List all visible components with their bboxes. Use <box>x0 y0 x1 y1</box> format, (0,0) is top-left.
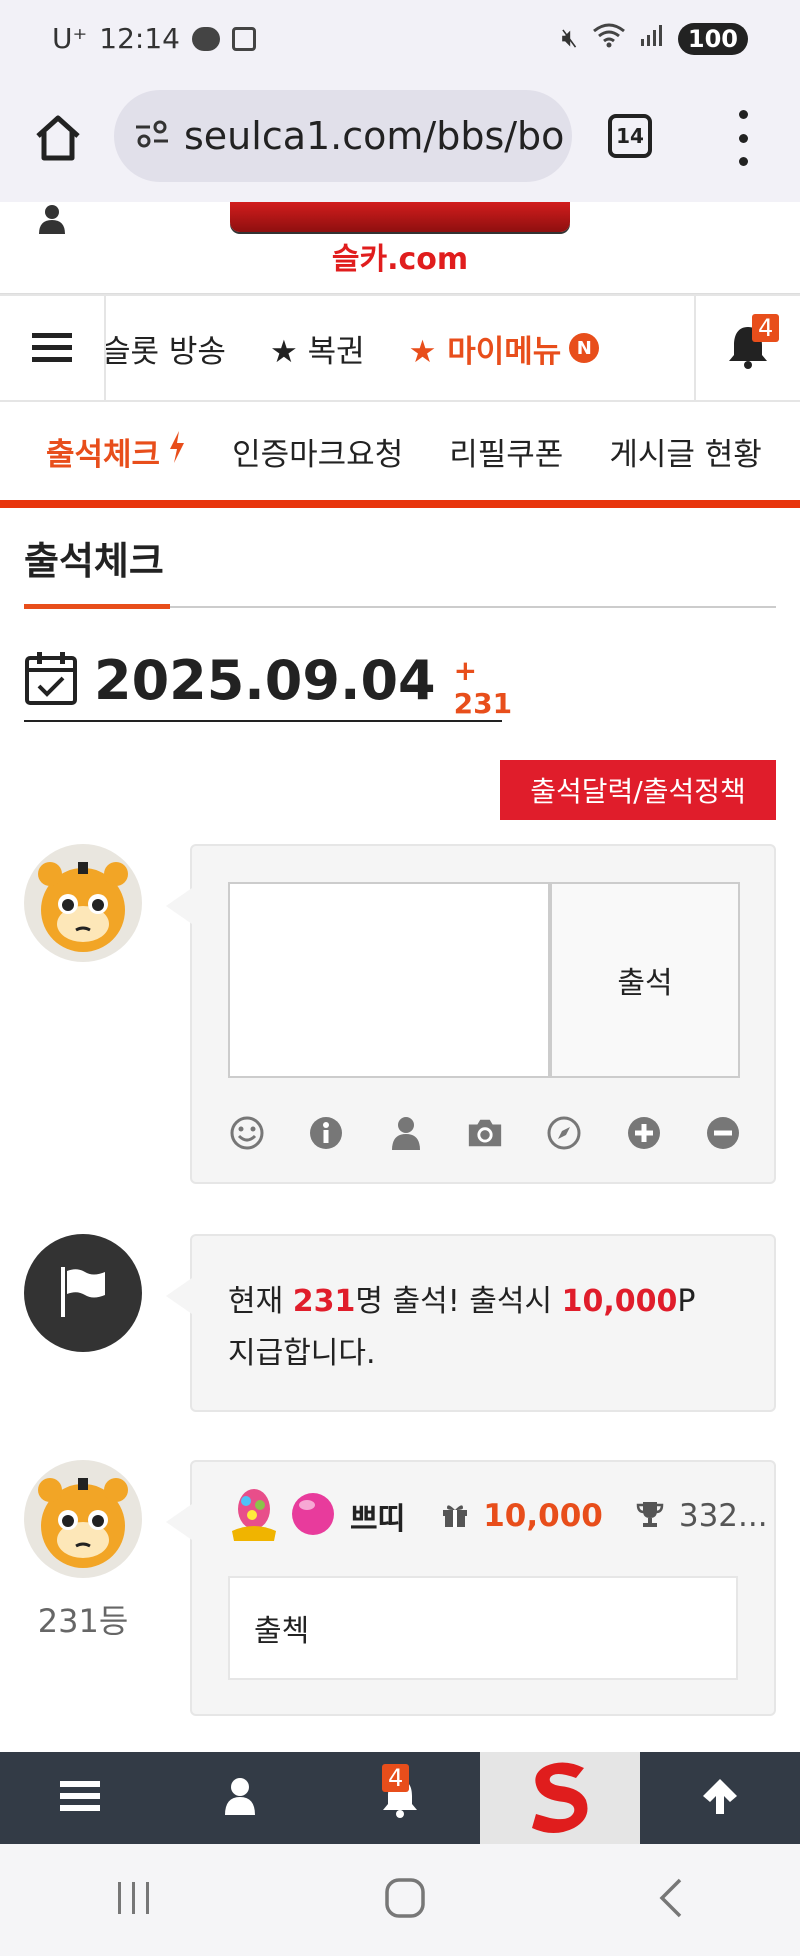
address-bar[interactable]: seulca1.com/bbs/bo <box>114 90 572 182</box>
arrow-up-icon <box>700 1776 740 1820</box>
attendance-date: 2025.09.04 <box>94 648 436 712</box>
flag-avatar <box>24 1234 142 1352</box>
new-badge: N <box>569 333 600 363</box>
emoticon-icon[interactable] <box>228 1114 266 1152</box>
gift-icon <box>441 1500 469 1532</box>
trophy-icon <box>635 1499 665 1533</box>
bottom-notification-count: 4 <box>382 1764 410 1792</box>
calendar-check-icon <box>24 650 78 710</box>
subnav-item-post-status[interactable]: 게시글 현황 <box>609 429 761 474</box>
minus-icon[interactable] <box>704 1114 742 1152</box>
calendar-policy-button[interactable]: 출석달력/출석정책 <box>500 760 776 820</box>
attendance-count: + 231 <box>453 654 513 720</box>
notice-count: 231 <box>292 1284 356 1319</box>
recent-apps-icon[interactable] <box>114 1880 154 1920</box>
tab-switcher-button[interactable]: 14 <box>608 114 652 158</box>
comment-header: 쁘띠 10,000 332... <box>228 1485 768 1547</box>
lightning-icon <box>168 430 186 472</box>
status-left: U⁺ 12:14 <box>52 22 256 55</box>
more-options-icon[interactable] <box>728 110 758 166</box>
avatar <box>24 1460 142 1578</box>
user-icon[interactable] <box>36 204 68 238</box>
nickname[interactable]: 쁘띠 <box>350 1494 405 1538</box>
compass-icon[interactable] <box>545 1114 583 1152</box>
title-accent <box>24 604 170 609</box>
bottom-user-button[interactable] <box>160 1752 320 1844</box>
screenshot-icon <box>231 26 256 51</box>
camera-icon[interactable] <box>466 1114 504 1152</box>
info-icon[interactable] <box>307 1114 345 1152</box>
comment-points: 10,000 <box>483 1498 603 1534</box>
site-logo[interactable]: 슬카.com <box>230 202 570 277</box>
logo-subtitle: 슬카.com <box>331 242 469 277</box>
nav-item-mymenu[interactable]: ★ 마이메뉴 N <box>409 326 600 371</box>
signal-icon <box>640 23 664 54</box>
talk-icon <box>191 26 220 51</box>
battery-indicator: 100 <box>677 22 748 55</box>
level-badge-icon <box>228 1485 280 1547</box>
notification-count: 4 <box>752 314 780 342</box>
notice-middle: 명 출석! 출석시 <box>355 1284 562 1319</box>
system-navigation <box>0 1844 800 1956</box>
pink-orb-icon <box>290 1491 336 1541</box>
subnav-item-refill-coupon[interactable]: 리필쿠폰 <box>449 429 563 474</box>
home-icon[interactable] <box>30 110 90 170</box>
notice-prefix: 현재 <box>228 1284 293 1319</box>
user-icon[interactable] <box>387 1114 425 1152</box>
mute-icon: 🔇︎ <box>561 23 578 53</box>
sub-nav: 출석체크 인증마크요청 리필쿠폰 게시글 현황 <box>0 402 800 508</box>
bottom-notification-button[interactable]: 4 <box>320 1752 480 1844</box>
subnav-item-cert-mark[interactable]: 인증마크요청 <box>232 429 403 474</box>
bottom-toolbar: 4 <box>0 1752 800 1844</box>
home-icon[interactable] <box>383 1876 427 1924</box>
attendance-rank: 231등 <box>37 1602 129 1640</box>
site-header: 슬카.com <box>0 202 800 294</box>
browser-toolbar: seulca1.com/bbs/bo 14 <box>0 84 800 202</box>
carrier-label: U⁺ <box>52 22 88 55</box>
subnav-attendance-label: 출석체크 <box>46 436 161 473</box>
site-logo-button[interactable] <box>480 1752 640 1844</box>
main-nav: 슬롯 방송 ★ 복권 ★ 마이메뉴 N 4 <box>0 294 800 402</box>
trophy-value: 332... <box>678 1498 768 1534</box>
bottom-menu-button[interactable] <box>0 1752 160 1844</box>
editor-toolbar <box>228 1114 742 1152</box>
logo-banner <box>230 202 570 232</box>
site-settings-icon[interactable] <box>134 119 170 153</box>
back-icon[interactable] <box>656 1878 686 1922</box>
attendance-notice: 현재 231명 출석! 출석시 10,000P 지급합니다. <box>166 1234 776 1412</box>
nav-item-slot-broadcast[interactable]: 슬롯 방송 <box>106 326 226 371</box>
status-bar: U⁺ 12:14 🔇︎ 100 <box>0 0 800 84</box>
attendance-submit-button[interactable]: 출석 <box>550 882 740 1078</box>
user-icon <box>223 1777 257 1819</box>
clock: 12:14 <box>99 22 180 55</box>
s-logo-icon <box>524 1758 596 1838</box>
nav-scroll[interactable]: 슬롯 방송 ★ 복권 ★ 마이메뉴 N <box>106 296 696 400</box>
hamburger-menu-icon[interactable] <box>0 296 106 400</box>
date-row: 2025.09.04 + 231 <box>24 640 512 722</box>
attendance-textarea[interactable] <box>228 882 550 1078</box>
attendance-form: 출석 <box>166 844 776 1184</box>
scroll-top-button[interactable] <box>640 1752 800 1844</box>
comment-text: 출첵 <box>228 1576 738 1680</box>
list-icon <box>60 1779 100 1817</box>
mymenu-label: ★ 마이메뉴 <box>408 333 562 370</box>
notification-button[interactable]: 4 <box>694 296 800 400</box>
notice-points: 10,000 <box>561 1284 678 1319</box>
flag-icon <box>55 1263 111 1323</box>
page-title: 출석체크 <box>24 539 164 583</box>
wifi-icon <box>592 22 626 55</box>
status-right: 🔇︎ 100 <box>561 22 748 55</box>
url-text[interactable]: seulca1.com/bbs/bo <box>184 114 564 158</box>
avatar <box>24 844 142 962</box>
plus-icon[interactable] <box>625 1114 663 1152</box>
comment-card: 쁘띠 10,000 332... 출첵 <box>166 1460 776 1716</box>
notice-text: 현재 231명 출석! 출석시 10,000P 지급합니다. <box>228 1276 728 1380</box>
subnav-item-attendance[interactable]: 출석체크 <box>46 429 186 474</box>
nav-item-lottery[interactable]: ★ 복권 <box>270 326 365 371</box>
